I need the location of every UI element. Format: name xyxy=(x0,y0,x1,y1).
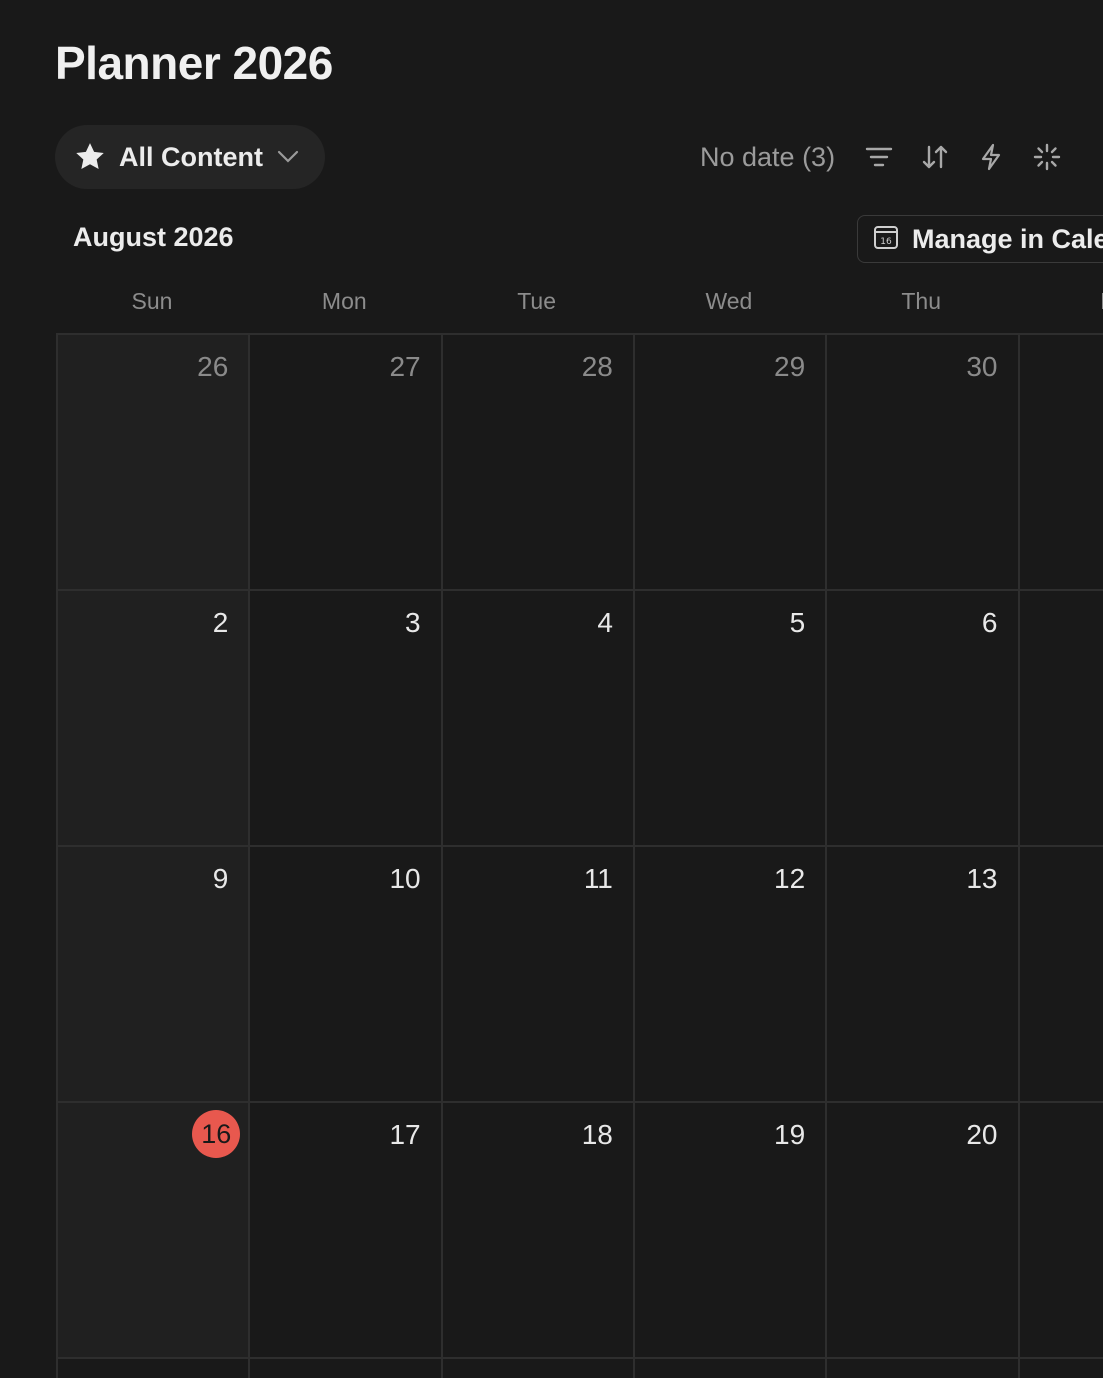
manage-in-calendar-button[interactable]: 16 Manage in Calendar xyxy=(857,215,1103,263)
day-cell[interactable]: 6 xyxy=(825,589,1017,845)
grid-row-divider xyxy=(56,1357,1103,1359)
month-grid: 26 27 28 29 30 31 2 3 4 5 67 9 10 11 12 13 14 16 17 18 19 20 2… xyxy=(56,333,1103,1378)
day-number: 19 xyxy=(774,1119,806,1150)
filter-icon[interactable] xyxy=(859,137,899,177)
sort-icon[interactable] xyxy=(915,137,955,177)
grid-row-divider xyxy=(56,589,1103,591)
day-cell[interactable]: 31 xyxy=(1018,333,1103,589)
grid-column-divider xyxy=(825,333,828,1378)
day-cell[interactable]: 11 xyxy=(441,845,633,1101)
day-number: 10 xyxy=(389,863,421,894)
grid-column-divider xyxy=(440,333,443,1378)
toolbar: No date (3) xyxy=(700,130,1083,184)
day-cell[interactable]: 14 xyxy=(1018,845,1103,1101)
day-number: 28 xyxy=(581,351,613,382)
day-number: 27 xyxy=(389,351,421,382)
day-cell[interactable]: 28 xyxy=(441,333,633,589)
day-number: 3 xyxy=(405,607,421,638)
day-number: 17 xyxy=(389,1119,421,1150)
planner-page: Planner 2026 All Content No date (3) Aug… xyxy=(0,0,1103,1378)
day-number: 12 xyxy=(774,863,806,894)
day-cell[interactable]: 5 xyxy=(633,589,825,845)
grid-row-divider xyxy=(56,1101,1103,1103)
ai-sparkle-icon[interactable] xyxy=(1027,137,1067,177)
day-cell[interactable]: 3 xyxy=(248,589,440,845)
day-number: 26 xyxy=(197,351,229,382)
day-cell[interactable]: 20 xyxy=(825,1101,1017,1357)
day-number: 5 xyxy=(789,607,806,638)
day-cell[interactable]: 19 xyxy=(633,1101,825,1357)
day-number: 20 xyxy=(966,1119,998,1150)
month-label: August 2026 xyxy=(73,222,234,252)
manage-in-calendar-label: Manage in Calendar xyxy=(912,223,1103,254)
day-number: 4 xyxy=(597,607,613,638)
day-cell[interactable]: 27 xyxy=(248,333,440,589)
grid-column-divider xyxy=(248,333,251,1378)
day-cell[interactable]: 13 xyxy=(825,845,1017,1101)
day-cell[interactable]: 21 xyxy=(1018,1101,1103,1357)
chevron-down-icon xyxy=(277,150,299,164)
day-cell[interactable]: 17 xyxy=(248,1101,440,1357)
grid-column-divider xyxy=(632,333,635,1378)
grid-row-divider xyxy=(56,845,1103,847)
day-number: 9 xyxy=(212,863,229,894)
weekday-fri: Fri xyxy=(1018,288,1103,315)
weekday-tue: Tue xyxy=(517,288,556,314)
view-selector-button[interactable]: All Content xyxy=(55,125,325,189)
grid-column-divider xyxy=(56,333,58,1378)
day-number: 29 xyxy=(774,351,806,382)
calendar-icon: 16 xyxy=(872,223,900,256)
day-cell[interactable]: 18 xyxy=(441,1101,633,1357)
day-cell[interactable]: 26 xyxy=(56,333,249,589)
weekday-sun: Sun xyxy=(131,288,173,314)
page-title: Planner 2026 xyxy=(55,37,333,89)
day-number: 11 xyxy=(583,863,613,894)
star-icon xyxy=(73,140,107,174)
day-number: 6 xyxy=(981,607,998,638)
day-number: 30 xyxy=(966,351,998,382)
no-date-button[interactable]: No date (3) xyxy=(700,142,835,173)
day-cell[interactable]: 7 xyxy=(1018,589,1103,845)
svg-text:16: 16 xyxy=(880,237,892,247)
automation-icon[interactable] xyxy=(971,137,1011,177)
day-cell[interactable]: 4 xyxy=(441,589,633,845)
day-cell[interactable]: 10 xyxy=(248,845,440,1101)
grid-column-divider xyxy=(1017,333,1020,1378)
day-cell[interactable]: 12 xyxy=(633,845,825,1101)
day-cell[interactable]: 30 xyxy=(825,333,1017,589)
day-cell[interactable]: 16 xyxy=(56,1101,249,1357)
day-number: 2 xyxy=(212,607,229,638)
day-cell[interactable]: 2 xyxy=(56,589,249,845)
view-selector-label: All Content xyxy=(119,141,263,172)
today-badge: 16 xyxy=(192,1110,241,1158)
day-cell[interactable]: 29 xyxy=(633,333,825,589)
weekday-thu: Thu xyxy=(901,288,941,314)
weekday-wed: Wed xyxy=(705,288,753,314)
weekday-mon: Mon xyxy=(321,288,367,314)
grid-row-divider xyxy=(56,333,1103,335)
day-number: 13 xyxy=(966,863,998,894)
day-number: 18 xyxy=(581,1119,613,1150)
day-cell[interactable]: 9 xyxy=(56,845,249,1101)
